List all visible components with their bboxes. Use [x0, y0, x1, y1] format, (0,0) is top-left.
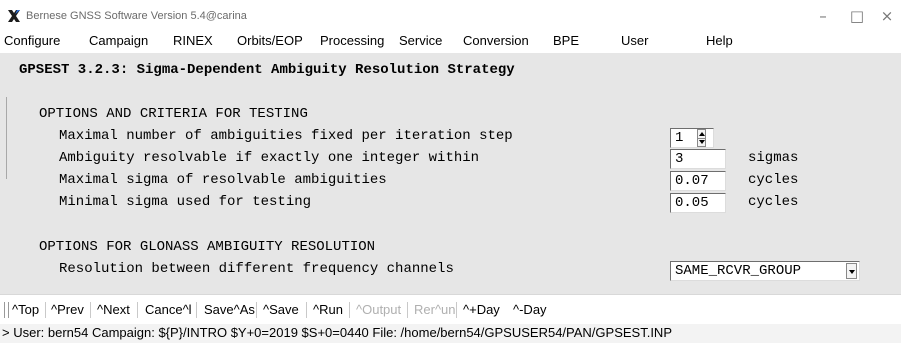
min-sigma-input[interactable]: 0.05 — [670, 193, 726, 213]
option-label-integer-within: Ambiguity resolvable if exactly one inte… — [59, 150, 480, 166]
rerun-button[interactable]: Rer^un — [414, 302, 456, 317]
menu-processing[interactable]: Processing — [320, 33, 384, 48]
save-as-button[interactable]: Save^As — [204, 302, 255, 317]
top-button[interactable]: ^Top — [12, 302, 39, 317]
status-bar: > User: bern54 Campaign: ${P}/INTRO $Y+0… — [0, 324, 901, 343]
frequency-channels-select[interactable]: SAME_RCVR_GROUP — [670, 261, 860, 281]
section-testing-title: OPTIONS AND CRITERIA FOR TESTING — [39, 106, 308, 122]
menu-rinex[interactable]: RINEX — [173, 33, 213, 48]
action-toolbar: ^Top ^Prev ^Next Cance^l Save^As ^Save ^… — [0, 294, 901, 325]
menu-user[interactable]: User — [621, 33, 648, 48]
spin-up-icon — [699, 132, 705, 136]
option-label-frequency-channels: Resolution between different frequency c… — [59, 261, 454, 277]
menu-orbits-eop[interactable]: Orbits/EOP — [237, 33, 303, 48]
unit-sigmas: sigmas — [748, 150, 799, 166]
minimize-button[interactable]: – — [813, 6, 833, 26]
frequency-channels-dropdown[interactable] — [846, 263, 857, 279]
toolbar-separator — [45, 302, 46, 318]
unit-cycles-max: cycles — [748, 172, 799, 188]
toolbar-separator — [407, 302, 408, 318]
toolbar-separator — [349, 302, 350, 318]
toolbar-separator — [90, 302, 91, 318]
minus-day-button[interactable]: ^-Day — [513, 302, 547, 317]
option-label-max-sigma: Maximal sigma of resolvable ambiguities — [59, 172, 387, 188]
window-title: Bernese GNSS Software Version 5.4@carina — [26, 10, 247, 22]
save-button[interactable]: ^Save — [263, 302, 299, 317]
menu-bpe[interactable]: BPE — [553, 33, 579, 48]
toolbar-separator — [306, 302, 307, 318]
toolbar-grip[interactable] — [4, 302, 9, 318]
toolbar-separator — [137, 302, 138, 318]
option-label-max-ambiguities: Maximal number of ambiguities fixed per … — [59, 128, 513, 144]
app-logo-icon — [8, 10, 20, 22]
maximize-button[interactable]: □ — [847, 6, 867, 26]
input-panel: GPSEST 3.2.3: Sigma-Dependent Ambiguity … — [0, 53, 901, 294]
menu-help[interactable]: Help — [706, 33, 733, 48]
close-button[interactable]: × — [877, 6, 897, 26]
status-text: > User: bern54 Campaign: ${P}/INTRO $Y+0… — [2, 325, 672, 340]
output-button[interactable]: ^Output — [356, 302, 401, 317]
max-ambiguities-input[interactable]: 1 — [670, 128, 714, 148]
toolbar-separator — [456, 302, 457, 318]
prev-button[interactable]: ^Prev — [51, 302, 84, 317]
panel-heading: GPSEST 3.2.3: Sigma-Dependent Ambiguity … — [19, 62, 515, 78]
title-bar: Bernese GNSS Software Version 5.4@carina… — [0, 0, 901, 31]
plus-day-button[interactable]: ^+Day — [463, 302, 500, 317]
menu-configure[interactable]: Configure — [4, 33, 60, 48]
run-button[interactable]: ^Run — [313, 302, 343, 317]
chevron-down-icon — [849, 270, 855, 274]
menu-bar: Configure Campaign RINEX Orbits/EOP Proc… — [0, 31, 901, 54]
next-button[interactable]: ^Next — [97, 302, 130, 317]
menu-service[interactable]: Service — [399, 33, 442, 48]
cancel-button[interactable]: Cance^l — [145, 302, 192, 317]
toolbar-separator — [196, 302, 197, 318]
max-sigma-input[interactable]: 0.07 — [670, 171, 726, 191]
unit-cycles-min: cycles — [748, 194, 799, 210]
section-glonass-title: OPTIONS FOR GLONASS AMBIGUITY RESOLUTION — [39, 239, 376, 255]
max-ambiguities-spinner[interactable] — [697, 129, 706, 147]
menu-campaign[interactable]: Campaign — [89, 33, 148, 48]
menu-conversion[interactable]: Conversion — [463, 33, 529, 48]
panel-divider — [6, 97, 7, 179]
spin-divider — [698, 138, 705, 139]
spin-down-icon — [699, 140, 705, 144]
toolbar-separator — [256, 302, 257, 318]
option-label-min-sigma: Minimal sigma used for testing — [59, 194, 312, 210]
integer-within-input[interactable]: 3 — [670, 149, 726, 169]
